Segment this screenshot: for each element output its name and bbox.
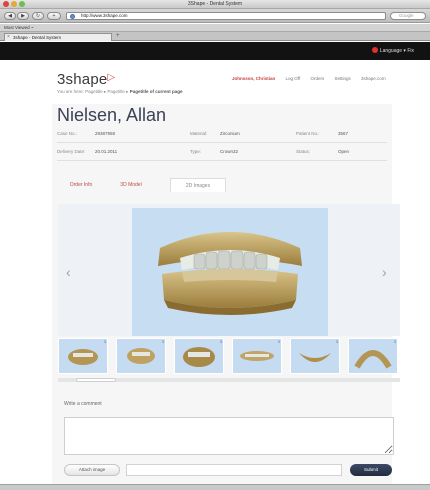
language-selector[interactable]: Language ▾ Fix <box>371 47 414 54</box>
browser-tab[interactable]: × 3shape - Dental System <box>4 33 112 41</box>
details-row: Delivery Date: 20.01.2011 Type: Crown32 … <box>57 149 387 161</box>
nav-logoff-link[interactable]: Log Off <box>286 76 301 81</box>
thumbnail[interactable]: 3 <box>290 338 340 374</box>
thumbnail[interactable]: 3 <box>232 338 282 374</box>
thumbnail-badge: 3 <box>277 339 280 344</box>
tab-order-info[interactable]: Order Info <box>64 178 98 192</box>
logo-mark-icon: ▷ <box>107 72 116 83</box>
thumbnail[interactable]: 3 <box>116 338 166 374</box>
scrollbar-thumb[interactable] <box>76 378 116 382</box>
thumbnail[interactable]: 3 <box>348 338 398 374</box>
comment-textarea[interactable] <box>64 417 394 455</box>
thumbnail[interactable]: 3 <box>174 338 224 374</box>
nav-orders-link[interactable]: Orders <box>310 76 324 81</box>
patient-no-value: 3567 <box>338 131 349 136</box>
new-tab-icon[interactable]: + <box>116 33 120 40</box>
comment-heading: Write a comment <box>64 401 102 407</box>
reload-button[interactable]: ↻ <box>32 12 44 20</box>
material-label: Material: <box>190 131 208 136</box>
thumbnail-image <box>299 353 331 362</box>
browser-toolbar: ◀ ▶ ↻ + http://www.3shape.com Google <box>0 9 430 23</box>
dental-model-image <box>158 232 302 315</box>
thumbnail-image <box>354 350 392 369</box>
main-image[interactable] <box>132 208 328 336</box>
material-value: Zirconium <box>220 131 240 136</box>
status-label: Status: <box>296 149 311 154</box>
logo[interactable]: 3shape▷ <box>57 71 115 88</box>
image-viewer: ‹ › <box>58 204 400 336</box>
thumbnail-badge: 3 <box>219 339 222 344</box>
browser-tabs-bar: × 3shape - Dental System + <box>0 32 430 41</box>
type-value: Crown32 <box>220 149 239 154</box>
site-header: 3shape▷ Johnsson, Christian Log Off Orde… <box>0 60 430 104</box>
tab-2d-images[interactable]: 2D Images <box>170 178 226 192</box>
nav-settings-link[interactable]: Settings <box>335 76 351 81</box>
back-button[interactable]: ◀ <box>4 12 16 20</box>
nav-user-link[interactable]: Johnsson, Christian <box>232 76 275 81</box>
bookmarks-item[interactable]: Most Viewed ~ <box>4 25 34 30</box>
window-titlebar: 3Shape - Dental System <box>0 0 430 9</box>
browser-tab-label: 3shape - Dental System <box>13 35 62 40</box>
address-text: http://www.3shape.com <box>81 13 128 18</box>
page-title: Nielsen, Allan <box>57 105 167 125</box>
tab-3d-model[interactable]: 3D Model <box>114 178 148 192</box>
close-tab-icon[interactable]: × <box>7 34 10 41</box>
flag-icon <box>371 47 378 53</box>
browser-search-input[interactable]: Google <box>390 12 426 20</box>
thumbnail-badge: 3 <box>103 339 106 344</box>
browser-statusbar <box>0 484 430 490</box>
breadcrumb-prefix: You are here: <box>57 89 84 94</box>
attachment-file-field[interactable] <box>126 464 342 476</box>
thumbnail-image <box>183 347 215 367</box>
status-value: Open <box>338 149 350 154</box>
site-topbar: Language ▾ Fix <box>0 42 430 60</box>
thumbnail-scrollbar[interactable] <box>58 378 400 382</box>
language-label: Language ▾ Fix <box>379 48 414 54</box>
delivery-value: 20.01.2011 <box>95 149 118 154</box>
type-label: Type: <box>190 149 202 154</box>
thumbnail-badge: 3 <box>393 339 396 344</box>
attach-image-button[interactable]: Attach image <box>64 464 120 476</box>
case-no-value: 29387958 <box>95 131 116 136</box>
submit-button[interactable]: Submit <box>350 464 392 476</box>
thumbnail[interactable]: 3 <box>58 338 108 374</box>
delivery-label: Delivery Date: <box>57 149 86 154</box>
next-image-button[interactable]: › <box>382 264 387 280</box>
forward-button[interactable]: ▶ <box>17 12 29 20</box>
patient-no-label: Patient No.: <box>296 131 320 136</box>
logo-text: 3shape <box>57 71 108 88</box>
address-bar[interactable]: http://www.3shape.com <box>66 12 386 20</box>
breadcrumb-path[interactable]: Pagetitle ▸ Pagetitle ▸ <box>85 89 128 94</box>
search-placeholder: Google <box>399 13 414 18</box>
main-nav: Johnsson, Christian Log Off Orders Setti… <box>232 76 395 81</box>
nav-3shape-link[interactable]: 3shape.com <box>361 76 386 81</box>
previous-image-button[interactable]: ‹ <box>66 264 71 280</box>
bookmarks-bar: Most Viewed ~ <box>0 24 430 32</box>
thumbnail-image <box>240 351 274 361</box>
thumbnail-image <box>68 349 98 365</box>
case-no-label: Case No.: <box>57 131 78 136</box>
window-title: 3Shape - Dental System <box>187 1 243 7</box>
details-row: Case No.: 29387958 Material: Zirconium P… <box>57 131 387 143</box>
thumbnail-image <box>127 348 155 364</box>
thumbnail-strip: 3 3 3 3 3 3 <box>58 338 400 378</box>
thumbnail-badge: 3 <box>335 339 338 344</box>
breadcrumb-current: Pagetitle of current page <box>129 89 183 94</box>
globe-icon <box>70 14 75 19</box>
thumbnail-badge: 3 <box>161 339 164 344</box>
breadcrumb: You are here: Pagetitle ▸ Pagetitle ▸ Pa… <box>57 89 182 95</box>
add-bookmark-button[interactable]: + <box>47 12 61 20</box>
